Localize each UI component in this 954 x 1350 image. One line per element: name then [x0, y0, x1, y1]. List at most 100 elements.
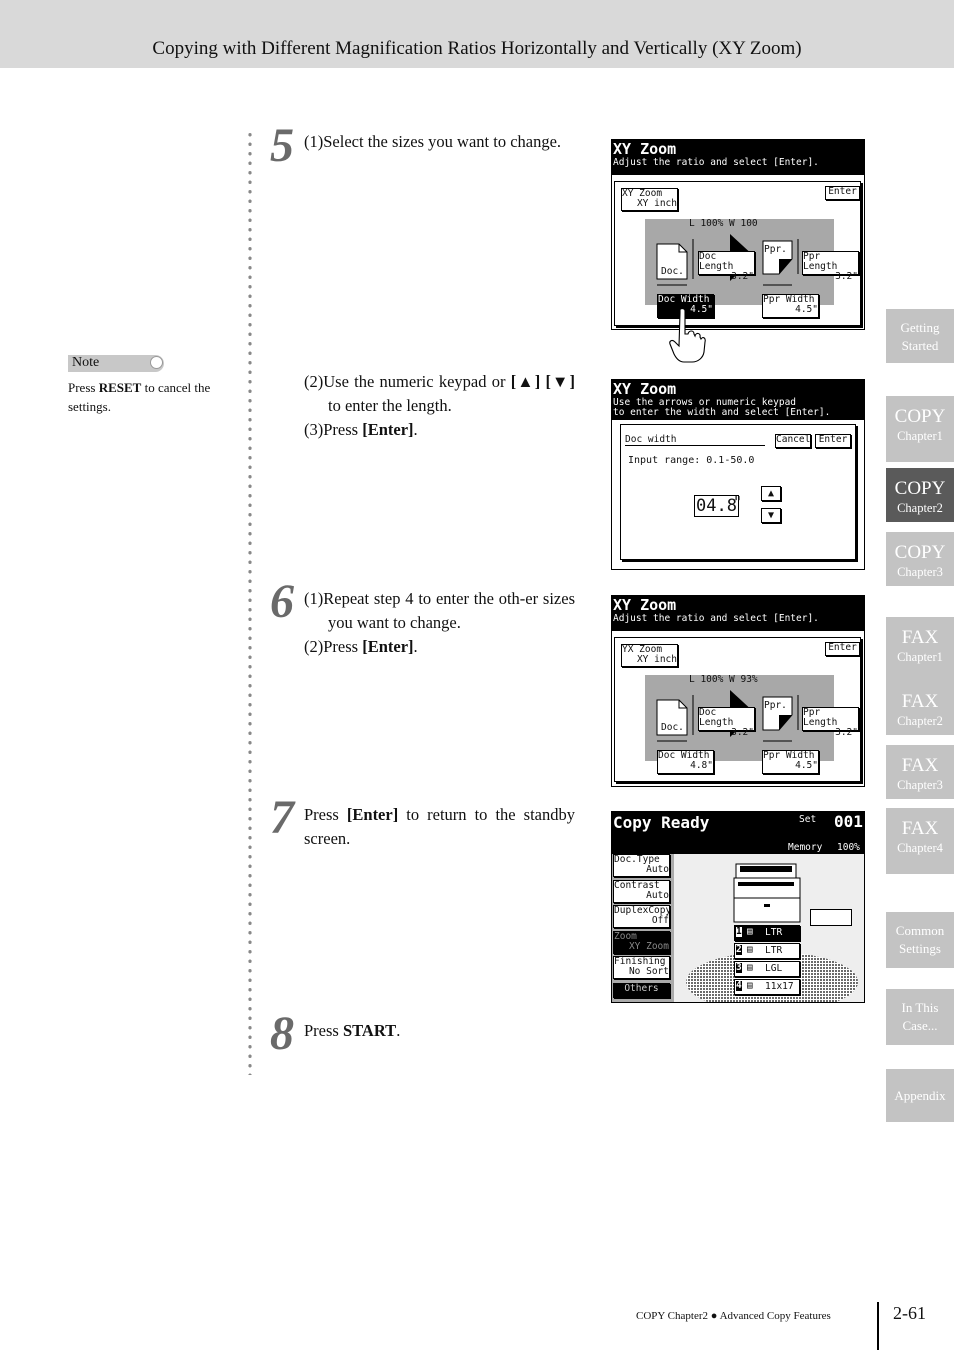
start-key: START — [342, 1021, 397, 1040]
chapter-tab-title: COPY — [894, 406, 946, 427]
chapter-tab-subtitle: Started — [901, 338, 939, 353]
ppr-label: Ppr. — [764, 700, 787, 711]
doc-length-label: Doc Length — [699, 707, 734, 728]
ppr-length-button[interactable]: Ppr Length 3.2" — [802, 251, 859, 282]
setting-value: Auto — [646, 889, 669, 901]
chapter-tab-title: COPY — [894, 542, 946, 563]
setting-button[interactable]: Contrast Auto — [613, 879, 670, 903]
memory-label: Memory — [788, 842, 823, 853]
doc-label: Doc. — [661, 266, 684, 277]
note-label: Note — [68, 355, 164, 372]
ppr-width-button[interactable]: Ppr Width 4.5" — [762, 750, 819, 774]
step6-sub1-num: (1) — [304, 589, 324, 608]
footer-chapter: COPY Chapter2 ● Advanced Copy Features — [636, 1310, 831, 1322]
step6-sub2-pre: Press — [323, 637, 363, 656]
step-number-6: 6 — [270, 575, 294, 628]
step5-sub3-pre: Press — [323, 420, 363, 439]
step-number-8: 8 — [270, 1007, 294, 1060]
chapter-tab-subtitle: Chapter3 — [897, 565, 943, 579]
setting-value: Auto — [646, 864, 669, 875]
page-title: Copying with Different Magnification Rat… — [152, 38, 802, 59]
down-arrow-button[interactable]: ▼ — [761, 508, 781, 523]
chapter-tab[interactable]: FAX Chapter4 — [886, 808, 954, 874]
step5-sub3-post: . — [413, 420, 418, 439]
enter-key: [Enter] — [362, 420, 414, 439]
chapter-tab[interactable]: COPY Chapter1 — [886, 396, 954, 462]
doc-width-value: 4.8" — [690, 760, 713, 771]
chapter-tab-subtitle: Chapter1 — [897, 650, 943, 664]
chapter-tab[interactable]: Appendix — [886, 1069, 954, 1122]
setting-value: No Sort — [628, 966, 669, 977]
chapter-tab-title: FAX — [901, 691, 939, 712]
memory-value: 100% — [837, 842, 860, 853]
step8-pre: Press — [304, 1021, 343, 1040]
footer-chapter-name: COPY Chapter2 — [636, 1310, 709, 1322]
step8-text: Press START. — [304, 1019, 575, 1043]
setting-button[interactable]: Doc.Type Auto — [613, 854, 670, 877]
chapter-tab-subtitle: Case... — [902, 1018, 938, 1033]
chapter-tab[interactable]: Getting Started — [886, 309, 954, 363]
chapter-tab[interactable]: COPY Chapter2 — [886, 468, 954, 522]
screen2-title: XY Zoom — [613, 380, 677, 398]
chapter-tab[interactable]: Common Settings — [886, 912, 954, 968]
paper-tray-button[interactable]: 4 ▤ 11x17 — [734, 979, 800, 995]
cancel-button[interactable]: Cancel — [775, 434, 811, 448]
xy-mode-button[interactable]: XY Zoom XY inch — [621, 188, 678, 211]
ppr-length-label: Ppr Length — [803, 251, 838, 272]
ppr-length-button[interactable]: Ppr Length 3.2" — [802, 707, 859, 738]
footer-divider — [877, 1302, 879, 1350]
chapter-tab[interactable]: COPY Chapter3 — [886, 532, 954, 586]
step6-sub2-num: (2) — [304, 637, 324, 656]
up-arrow-button[interactable]: ▲ — [761, 486, 781, 501]
doc-length-button[interactable]: Doc Length 3.2" — [698, 707, 755, 738]
ratio-readout: L 100% W 93% — [689, 674, 758, 685]
ppr-width-button[interactable]: Ppr Width 4.5" — [762, 294, 819, 318]
enter-button[interactable]: Enter — [815, 434, 851, 448]
paper-icon: ▤ — [747, 944, 753, 955]
enter-button[interactable]: Enter — [825, 642, 860, 656]
others-button[interactable]: Others — [613, 983, 670, 998]
step5-sub2-pre: Use the numeric keypad or — [323, 372, 511, 391]
paper-icon: ▤ — [747, 980, 753, 991]
input-range-text: Input range: 0.1-50.0 — [628, 455, 755, 466]
paper-tray-button[interactable]: 3 ▤ LGL — [734, 961, 800, 977]
paper-tray-button[interactable]: 1 ▤ LTR — [734, 925, 800, 941]
chapter-tab-title: Appendix — [894, 1088, 946, 1103]
screen1-panel: XY Zoom XY inch Enter L 100% W 100 Doc. … — [614, 181, 861, 326]
step8-post: . — [396, 1021, 401, 1040]
screen3-title: XY Zoom — [613, 596, 677, 614]
step5-sub2-post: to enter the length. — [328, 396, 452, 415]
ppr-length-label: Ppr Length — [803, 707, 838, 728]
chapter-tab-subtitle: Chapter3 — [897, 778, 943, 792]
chapter-tab[interactable]: In This Case... — [886, 989, 954, 1045]
note-text-pre: Press — [68, 380, 99, 395]
chapter-tab-title: COPY — [894, 478, 946, 499]
xy-mode-line2: XY inch — [636, 198, 677, 209]
doc-length-button[interactable]: Doc Length 3.2" — [698, 251, 755, 282]
chapter-tab-title: FAX — [901, 755, 939, 776]
chapter-tab-title: Getting — [900, 320, 940, 335]
setting-button[interactable]: DuplexCopy Off — [613, 905, 671, 928]
paper-tray-button[interactable]: 2 ▤ LTR — [734, 943, 800, 959]
tray-size: LGL — [765, 963, 783, 974]
xy-mode-button[interactable]: YX Zoom XY inch — [621, 644, 678, 667]
screen2-subtitle-2: to enter the width and select [Enter]. — [613, 407, 831, 418]
xy-zoom-screen-3: XY Zoom Adjust the ratio and select [Ent… — [611, 595, 865, 787]
step7-text: Press [Enter] to return to the standby s… — [304, 803, 575, 851]
setting-button[interactable]: Zoom XY Zoom — [613, 930, 670, 954]
setting-button[interactable]: Finishing No Sort — [613, 956, 670, 979]
screen1-titlebar: XY Zoom Adjust the ratio and select [Ent… — [612, 140, 864, 175]
chapter-tab[interactable]: FAX Chapter3 — [886, 745, 954, 799]
screen3-panel: YX Zoom XY inch Enter L 100% W 93% Doc. … — [614, 637, 861, 782]
doc-width-field-label: Doc width — [625, 434, 765, 446]
step6-text: (1)Repeat step 4 to enter the oth-er siz… — [304, 587, 575, 659]
chapter-tab[interactable]: FAX Chapter2 — [886, 681, 954, 735]
page-number: 2-61 — [893, 1303, 926, 1323]
dotted-divider — [248, 130, 252, 1075]
enter-button[interactable]: Enter — [825, 186, 860, 200]
doc-width-button[interactable]: Doc Width 4.8" — [657, 750, 714, 774]
ppr-length-value: 3.2" — [835, 727, 858, 738]
reset-key: RESET — [98, 380, 142, 395]
chapter-tab[interactable]: FAX Chapter1 — [886, 617, 954, 683]
note-label-text: Note — [72, 355, 100, 370]
